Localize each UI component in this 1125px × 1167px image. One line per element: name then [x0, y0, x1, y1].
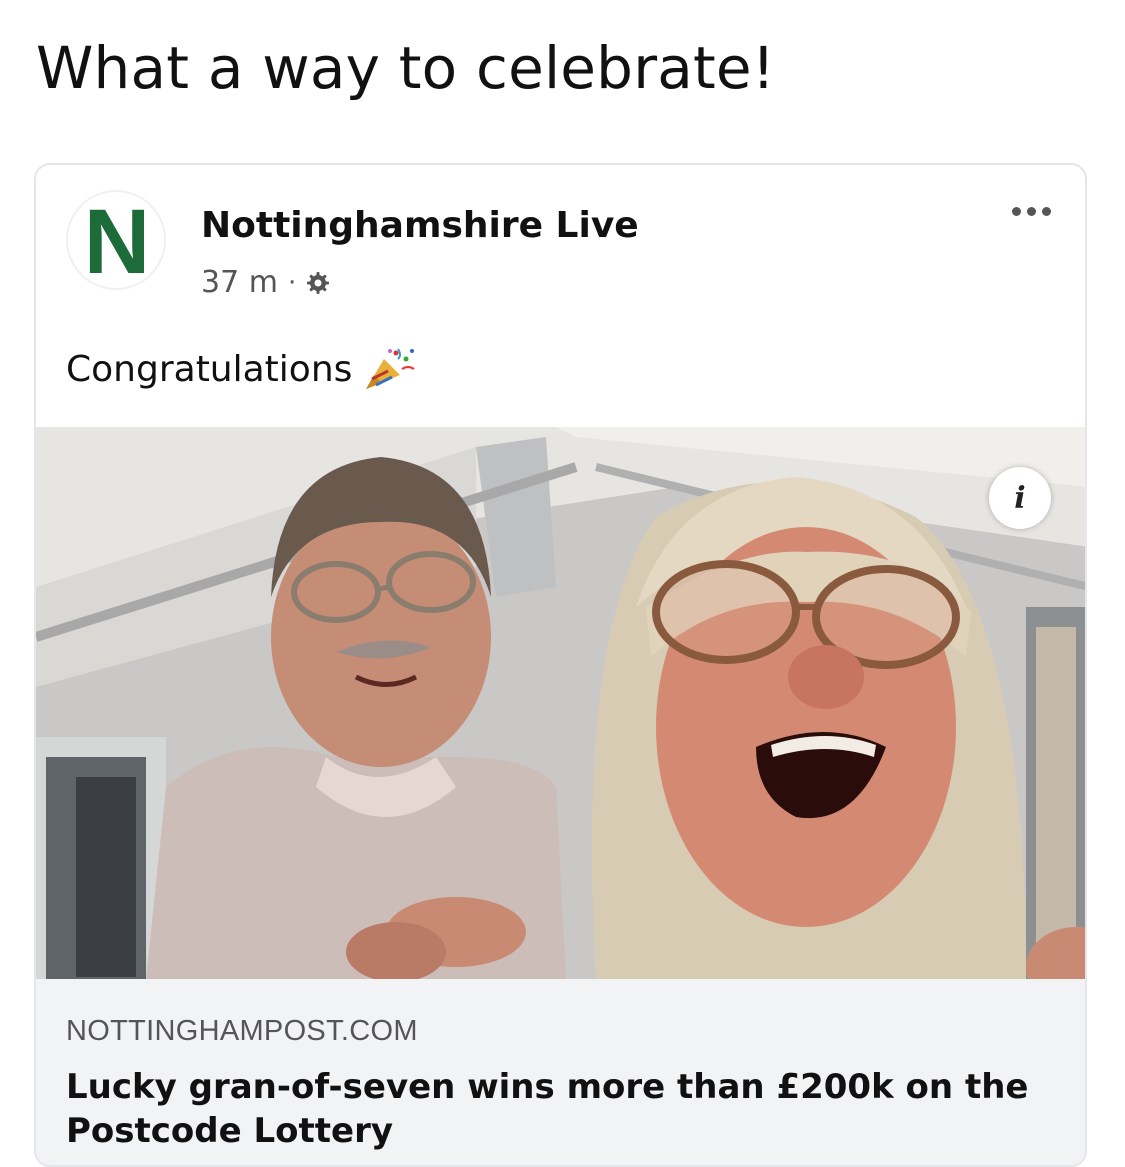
link-domain: NOTTINGHAMPOST.COM [66, 1015, 418, 1047]
party-popper-icon [366, 348, 415, 389]
page-name-link[interactable]: Nottinghamshire Live [201, 205, 639, 246]
post-time[interactable]: 37 m [201, 265, 278, 300]
more-options-icon[interactable] [1012, 207, 1051, 216]
post-meta: 37 m · [201, 265, 330, 300]
logo-letter: N [83, 191, 150, 293]
info-button[interactable]: i [989, 467, 1051, 529]
gear-icon [307, 271, 330, 294]
link-preview[interactable]: NOTTINGHAMPOST.COM Lucky gran-of-seven w… [36, 979, 1085, 1165]
post-header: N Nottinghamshire Live 37 m · [36, 165, 1085, 335]
page-avatar[interactable]: N [66, 190, 166, 290]
page-caption: What a way to celebrate! [36, 34, 776, 102]
post-photo[interactable]: i [36, 427, 1085, 979]
meta-separator: · [287, 267, 297, 298]
post-text-content: Congratulations [66, 348, 353, 390]
post-text: Congratulations [66, 345, 418, 393]
couple-photo [36, 427, 1085, 979]
facebook-post-card: N Nottinghamshire Live 37 m · Congratula… [34, 163, 1087, 1167]
link-headline[interactable]: Lucky gran-of-seven wins more than £200k… [66, 1065, 1066, 1153]
